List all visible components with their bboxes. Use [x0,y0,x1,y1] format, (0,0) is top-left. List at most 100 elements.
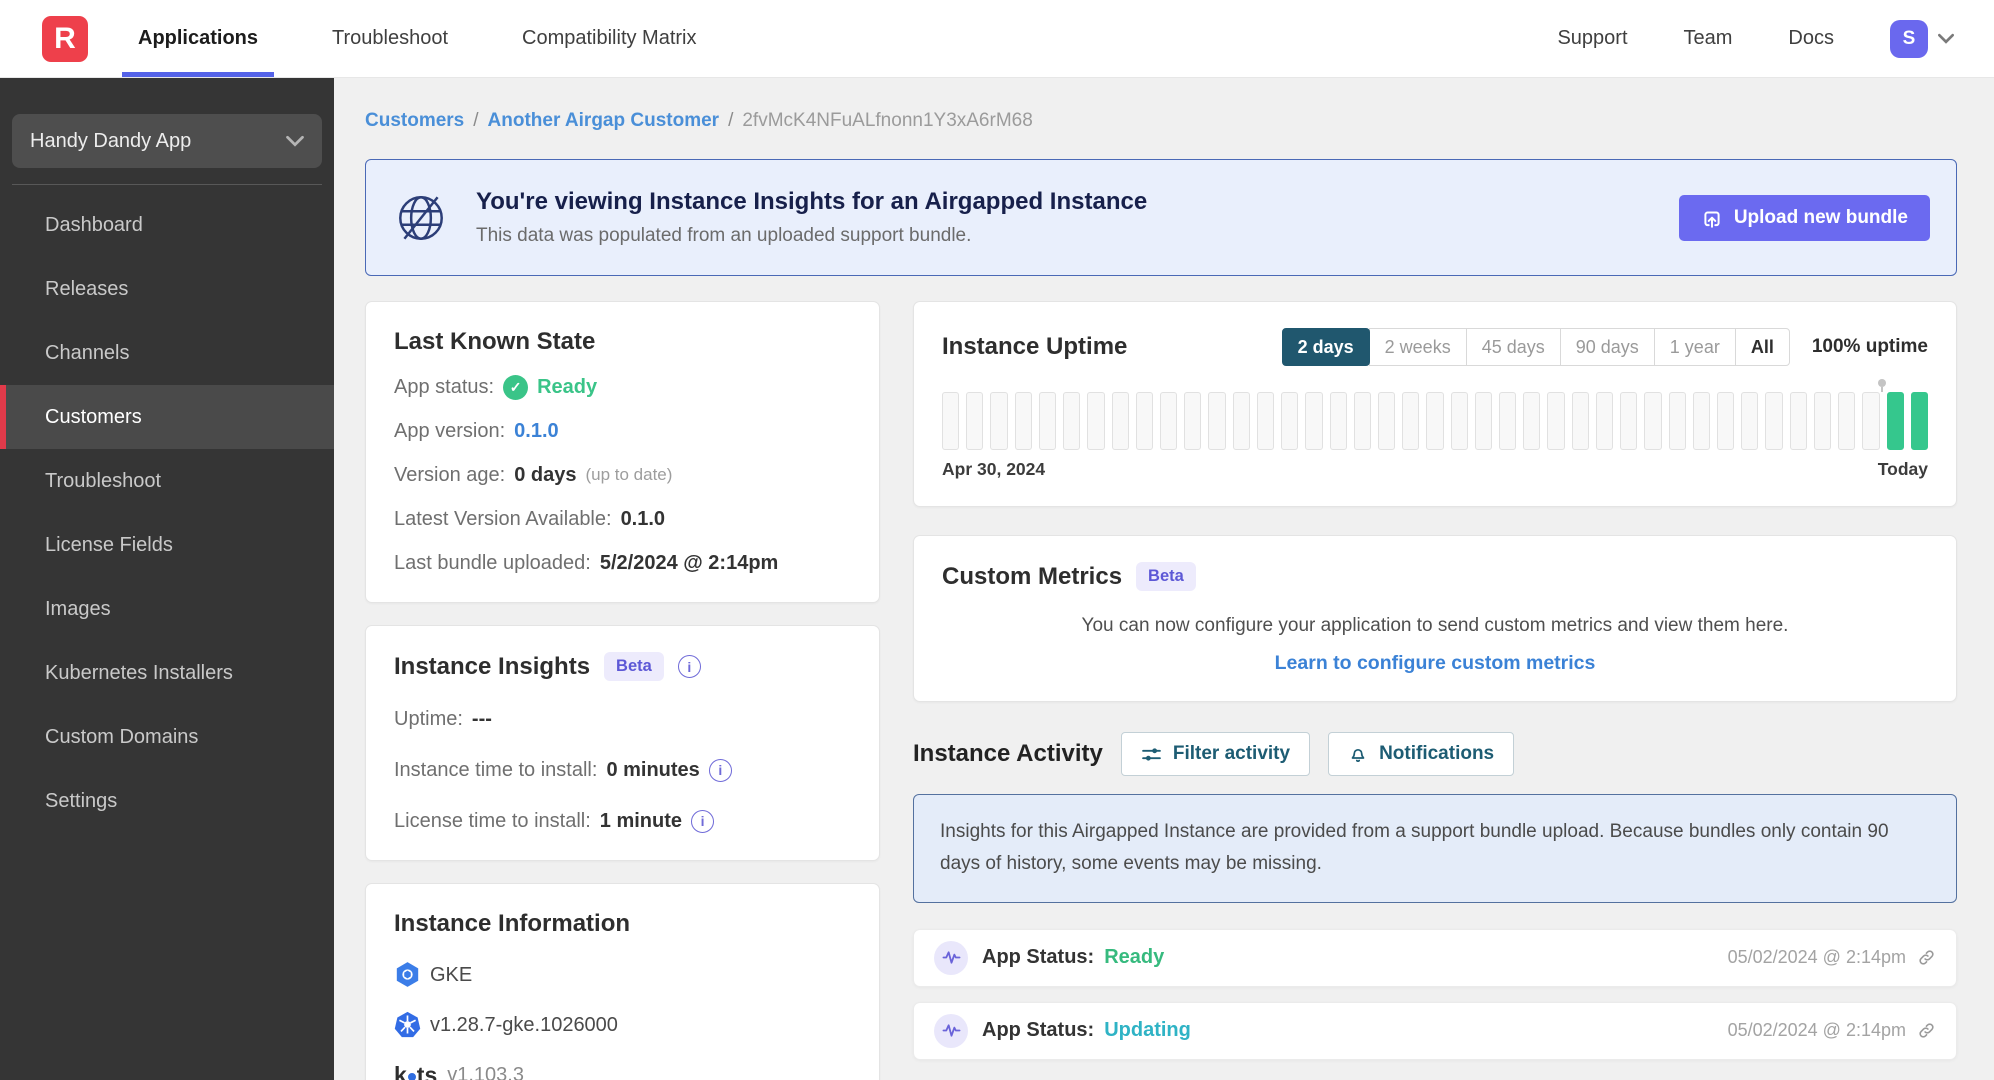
sidebar-item-releases[interactable]: Releases [0,257,334,321]
nav-link-support[interactable]: Support [1557,27,1627,50]
chevron-down-icon [286,135,304,147]
filter-activity-button[interactable]: Filter activity [1120,732,1311,776]
uptime-bar [1765,392,1783,450]
uptime-bar [1232,392,1250,450]
uptime-bar [1184,392,1202,450]
latest-version-label: Latest Version Available: [394,508,612,530]
uptime-bar [1862,392,1880,450]
avatar[interactable]: S [1890,19,1928,58]
notifications-button[interactable]: Notifications [1328,732,1515,776]
uptime-bar [1644,392,1662,450]
uptime-bar [1692,392,1710,450]
sidebar-item-dashboard[interactable]: Dashboard [0,193,334,257]
sidebar-item-channels[interactable]: Channels [0,321,334,385]
uptime-bar [1426,392,1444,450]
link-icon[interactable] [1917,1021,1936,1040]
uptime-range-90-days[interactable]: 90 days [1559,328,1655,366]
sidebar-item-images[interactable]: Images [0,577,334,641]
uptime-marker-dot [1877,379,1886,392]
uptime-bar [1305,392,1323,450]
upload-button-label: Upload new bundle [1733,206,1908,228]
event-label: App Status: [982,1019,1095,1042]
breadcrumb-customer-name[interactable]: Another Airgap Customer [488,110,720,132]
sidebar-item-settings[interactable]: Settings [0,769,334,833]
left-column: Last Known State App status: ✓ Ready App… [365,301,880,1080]
instance-ttl-value: 0 minutes [606,759,700,781]
link-icon[interactable] [1917,948,1936,967]
sidebar-item-troubleshoot[interactable]: Troubleshoot [0,449,334,513]
content-columns: Last Known State App status: ✓ Ready App… [365,301,1957,1080]
replicated-logo[interactable]: R [42,15,88,62]
breadcrumb-separator: / [473,110,479,131]
kubernetes-icon [394,1011,421,1038]
sidebar-item-license-fields[interactable]: License Fields [0,513,334,577]
sidebar-item-custom-domains[interactable]: Custom Domains [0,705,334,769]
activity-event-list: App Status: Ready 05/02/2024 @ 2:14pm Ap… [913,928,1957,1060]
kots-logo-ts: ts [416,1062,438,1080]
instance-ttl-label: Instance time to install: [394,759,598,781]
app-version-link[interactable]: 0.1.0 [514,418,558,444]
event-label: App Status: [982,946,1095,969]
nav-link-team[interactable]: Team [1684,27,1733,50]
uptime-bar [1135,392,1153,450]
uptime-bar [1741,392,1759,450]
uptime-bar [1014,392,1032,450]
k8s-version-row: v1.28.7-gke.1026000 [394,1011,851,1038]
breadcrumb-customers[interactable]: Customers [365,110,464,132]
account-menu[interactable]: S [1890,19,1954,58]
uptime-start-label: Apr 30, 2024 [942,459,1046,479]
activity-event-row: App Status: Updating 05/02/2024 @ 2:14pm [913,1001,1957,1060]
uptime-bar [1159,392,1178,450]
info-icon[interactable] [708,758,732,782]
instance-activity-title: Instance Activity [913,740,1103,767]
instance-information-card: Instance Information GKE v1.28.7-gke.102… [365,883,880,1080]
app-selector-value: Handy Dandy App [30,129,192,152]
k8s-version-value: v1.28.7-gke.1026000 [430,1013,618,1036]
uptime-range-2-days[interactable]: 2 days [1281,328,1370,366]
info-icon[interactable] [677,655,701,678]
banner-subtitle: This data was populated from an uploaded… [476,225,972,246]
last-bundle-label: Last bundle uploaded: [394,552,591,574]
app-version-label: App version: [394,420,506,442]
tab-troubleshoot[interactable]: Troubleshoot [332,0,448,77]
sidebar-item-kubernetes-installers[interactable]: Kubernetes Installers [0,641,334,705]
kots-version-value: v1.103.3 [447,1064,524,1080]
uptime-bar [1474,392,1493,450]
uptime-bar [966,392,984,450]
tab-applications[interactable]: Applications [121,0,275,77]
nav-link-docs[interactable]: Docs [1788,27,1834,50]
uptime-bar [1329,392,1347,450]
custom-metrics-card: Custom Metrics Beta You can now configur… [913,535,1957,702]
tab-compatibility-matrix[interactable]: Compatibility Matrix [522,0,696,77]
airgap-banner: You're viewing Instance Insights for an … [365,159,1957,276]
app-root: R Applications Troubleshoot Compatibilit… [0,0,1994,1080]
uptime-bar [1499,392,1517,450]
right-column: Instance Uptime 2 days 2 weeks 45 days 9… [913,301,1957,1060]
globe-slash-icon [392,189,450,247]
uptime-label: Uptime: [394,708,463,730]
sidebar-item-customers[interactable]: Customers [0,385,334,449]
uptime-bar [1402,392,1420,450]
uptime-range-45-days[interactable]: 45 days [1465,328,1561,366]
uptime-range-1-year[interactable]: 1 year [1653,328,1736,366]
uptime-row: Uptime: --- [394,706,851,732]
upload-new-bundle-button[interactable]: Upload new bundle [1678,194,1930,241]
custom-metrics-body: You can now configure your application t… [1081,615,1789,636]
kots-o-icon [407,1072,416,1080]
uptime-bar [1353,392,1371,450]
uptime-value: --- [471,708,492,730]
version-age-row: Version age: 0 days (up to date) [394,462,851,488]
top-navbar-right: Support Team Docs S [1557,19,1954,58]
kots-logo-k: k [394,1062,407,1080]
last-bundle-value: 5/2/2024 @ 2:14pm [599,552,779,574]
app-selector-dropdown[interactable]: Handy Dandy App [12,114,322,168]
event-value: Ready [1104,946,1165,969]
uptime-bar [1668,392,1686,450]
configure-custom-metrics-link[interactable]: Learn to configure custom metrics [942,652,1928,675]
latest-version-value: 0.1.0 [620,508,666,530]
uptime-bar [1281,392,1299,450]
uptime-range-2-weeks[interactable]: 2 weeks [1368,328,1467,366]
uptime-range-all[interactable]: All [1734,328,1790,366]
instance-information-title: Instance Information [394,910,631,937]
info-icon[interactable] [691,809,715,833]
